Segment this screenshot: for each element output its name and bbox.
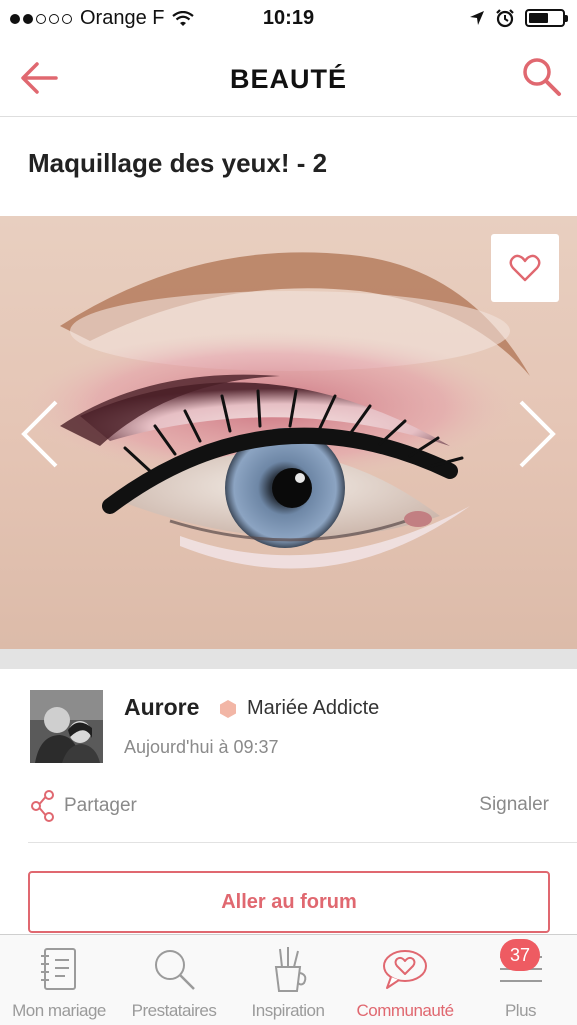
tab-communaute[interactable]: Communauté: [346, 935, 464, 1025]
search-icon: [523, 58, 561, 96]
tab-inspiration[interactable]: Inspiration: [230, 935, 346, 1025]
photo-carousel[interactable]: [0, 216, 577, 649]
tab-label: Plus: [504, 1001, 537, 1020]
bottom-tab-bar: Mon mariage Prestataires Inspiration Com…: [0, 934, 577, 1025]
rank-hexagon-icon: [220, 700, 236, 718]
chat-heart-icon: [383, 950, 427, 989]
notebook-icon: [41, 948, 76, 990]
top-navigation-bar: BEAUTÉ: [0, 40, 577, 117]
tab-label: Mon mariage: [12, 1001, 106, 1020]
search-button[interactable]: [519, 54, 563, 98]
report-button[interactable]: Signaler: [479, 794, 549, 816]
brushes-icon: [274, 947, 307, 992]
heart-icon: [509, 254, 541, 282]
tab-label: Prestataires: [131, 1001, 217, 1020]
notification-badge: 37: [500, 939, 540, 971]
page-title: BEAUTÉ: [229, 64, 347, 94]
photo-divider: [0, 649, 577, 669]
article-title: Maquillage des yeux! - 2: [28, 148, 328, 178]
avatar[interactable]: [30, 690, 103, 763]
share-button[interactable]: Partager: [30, 790, 137, 822]
alarm-icon: [496, 9, 514, 28]
tab-label: Inspiration: [251, 1001, 325, 1020]
next-photo-button[interactable]: [515, 398, 559, 470]
tab-prestataires[interactable]: Prestataires: [118, 935, 230, 1025]
chevron-right-icon: [519, 400, 556, 468]
go-to-forum-button[interactable]: Aller au forum: [28, 871, 550, 933]
share-icon: [31, 790, 54, 822]
location-icon: [470, 11, 484, 25]
tab-label: Communauté: [356, 1001, 454, 1020]
chevron-left-icon: [21, 400, 58, 468]
tab-mon-mariage[interactable]: Mon mariage: [0, 935, 118, 1025]
previous-photo-button[interactable]: [18, 398, 62, 470]
author-rank: Mariée Addicte: [247, 697, 380, 719]
favorite-button[interactable]: [491, 234, 559, 302]
battery-icon: [525, 9, 568, 27]
avatar-photo: [30, 690, 103, 763]
status-bar: Orange F 10:19: [0, 0, 577, 40]
search-icon: [155, 950, 195, 990]
post-timestamp: Aujourd'hui à 09:37: [124, 737, 279, 757]
share-label: Partager: [64, 795, 137, 816]
author-name[interactable]: Aurore: [124, 694, 199, 721]
divider: [28, 842, 577, 843]
tab-plus[interactable]: Plus 37: [464, 935, 577, 1025]
